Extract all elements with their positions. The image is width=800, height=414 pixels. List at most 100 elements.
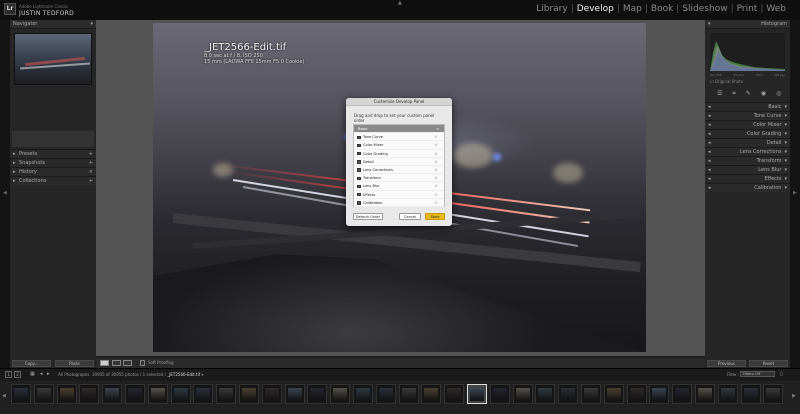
- filmstrip-thumbnail[interactable]: [695, 384, 715, 404]
- drag-handle-icon[interactable]: [357, 192, 361, 197]
- panel-detail[interactable]: ◂ Detail ▾: [705, 138, 790, 147]
- visible-checkbox[interactable]: ✓: [435, 166, 438, 174]
- panel-row-transform[interactable]: Transform ✓: [354, 174, 444, 183]
- filmstrip-thumbnail[interactable]: [11, 384, 31, 404]
- histogram[interactable]: [710, 33, 785, 71]
- previous-button[interactable]: Previous: [707, 360, 746, 367]
- copy-button[interactable]: Copy...: [12, 360, 51, 367]
- original-photo-checkbox[interactable]: ☐ Original Photo: [705, 77, 790, 86]
- navigator-header[interactable]: Navigator ▾: [10, 20, 96, 29]
- main-window-button[interactable]: 1: [5, 371, 12, 378]
- filmstrip-thumbnail[interactable]: [717, 384, 738, 404]
- panel-row-calibration[interactable]: Calibration ✓: [354, 199, 444, 207]
- visible-checkbox[interactable]: ✓: [435, 182, 438, 190]
- default-order-button[interactable]: Default Order: [353, 213, 383, 220]
- filmstrip-thumbnail[interactable]: [512, 384, 533, 404]
- panel-toggle-icon[interactable]: ▾: [784, 122, 787, 128]
- panel-color-mixer[interactable]: ◂ Color Mixer ▾: [705, 120, 790, 129]
- left-edge[interactable]: ◀: [0, 20, 10, 368]
- module-develop[interactable]: Develop: [575, 4, 616, 14]
- filmstrip-thumbnail[interactable]: [56, 384, 77, 404]
- panel-row-color-mixer[interactable]: Color Mixer ✓: [354, 141, 444, 150]
- filmstrip-thumbnail[interactable]: [535, 384, 556, 404]
- soft-proofing-checkbox[interactable]: [140, 360, 145, 366]
- filmstrip-thumbnail[interactable]: [170, 384, 191, 404]
- panel-toggle-icon[interactable]: ▾: [784, 140, 787, 146]
- drag-handle-icon[interactable]: [357, 135, 361, 140]
- module-book[interactable]: Book: [649, 4, 675, 14]
- reset-button[interactable]: Reset: [749, 360, 788, 367]
- crop-icon[interactable]: ⌗: [732, 90, 735, 98]
- panel-transform[interactable]: ◂ Transform ▾: [705, 156, 790, 165]
- filmstrip-thumbnail[interactable]: [581, 384, 601, 404]
- filmstrip-thumbnail[interactable]: [239, 384, 259, 404]
- filmstrip-right-arrow-icon[interactable]: ▶: [792, 393, 796, 399]
- panel-color-grading[interactable]: ◂ Color Grading ▾: [705, 129, 790, 138]
- module-map[interactable]: Map: [621, 4, 644, 14]
- drag-handle-icon[interactable]: [357, 151, 361, 156]
- loupe-view-icon[interactable]: [100, 360, 109, 366]
- filmstrip-thumbnail[interactable]: [649, 384, 670, 404]
- panel-calibration[interactable]: ◂ Calibration ▾: [705, 183, 790, 192]
- visible-checkbox[interactable]: ✓: [435, 199, 438, 207]
- section-collections[interactable]: ▸ Collections +: [10, 176, 96, 185]
- navigator-preview[interactable]: [14, 33, 92, 85]
- panel-lens-blur[interactable]: ◂ Lens Blur ▾: [705, 165, 790, 174]
- filmstrip-thumbnail[interactable]: [102, 384, 123, 404]
- filmstrip-thumbnail[interactable]: [353, 384, 373, 404]
- module-print[interactable]: Print: [735, 4, 760, 14]
- filmstrip-thumbnail[interactable]: [763, 384, 784, 404]
- redeye-icon[interactable]: ◎: [776, 90, 781, 98]
- navigator-toggle-icon[interactable]: ▾: [90, 20, 93, 29]
- grid-icon[interactable]: ▦: [30, 371, 35, 377]
- save-button[interactable]: Save: [425, 213, 445, 220]
- filmstrip-thumbnail[interactable]: [261, 384, 282, 404]
- visible-checkbox[interactable]: ✓: [435, 133, 438, 141]
- section-snapshots[interactable]: ▸ Snapshots +: [10, 158, 96, 167]
- module-slideshow[interactable]: Slideshow: [680, 4, 729, 14]
- visible-checkbox[interactable]: ✓: [435, 174, 438, 182]
- drag-handle-icon[interactable]: [357, 143, 361, 148]
- filmstrip-thumbnail[interactable]: [740, 384, 761, 404]
- visible-checkbox[interactable]: ✓: [435, 141, 438, 149]
- collapse-left-arrow-icon[interactable]: ◀: [3, 190, 7, 196]
- module-web[interactable]: Web: [764, 4, 788, 14]
- filmstrip-thumbnail[interactable]: [125, 384, 145, 404]
- filmstrip-thumbnail[interactable]: [79, 384, 100, 404]
- panel-row-lens-blur[interactable]: Lens Blur ✓: [354, 182, 444, 191]
- masking-icon[interactable]: ◉: [761, 90, 766, 98]
- panel-toggle-icon[interactable]: ▾: [784, 104, 787, 110]
- add-icon[interactable]: +: [89, 177, 93, 186]
- filmstrip-thumbnail[interactable]: [284, 384, 305, 404]
- preset-amount-box[interactable]: [12, 131, 94, 147]
- back-arrow-icon[interactable]: ◂: [40, 371, 43, 377]
- filmstrip-thumbnail[interactable]: [603, 384, 624, 404]
- drag-handle-icon[interactable]: [357, 160, 361, 164]
- cancel-button[interactable]: Cancel: [399, 213, 421, 220]
- drag-handle-icon[interactable]: [357, 184, 361, 189]
- filmstrip-source[interactable]: All Photographs 30955 of 30955 photos / …: [58, 372, 203, 377]
- filmstrip-thumbnail[interactable]: [398, 384, 419, 404]
- panel-effects[interactable]: ◂ Effects ▾: [705, 174, 790, 183]
- filmstrip-thumbnail[interactable]: [33, 384, 54, 404]
- visible-checkbox[interactable]: ✓: [435, 158, 438, 166]
- filter-toggle-icon[interactable]: ▯: [780, 371, 783, 377]
- before-after-split-icon[interactable]: [123, 360, 132, 366]
- panel-row-color-grading[interactable]: Color Grading ✓: [354, 150, 444, 158]
- panel-toggle-icon[interactable]: ▾: [784, 131, 787, 137]
- panel-toggle-icon[interactable]: ▾: [784, 176, 787, 182]
- collapse-right-arrow-icon[interactable]: ▶: [793, 190, 797, 196]
- visible-checkbox[interactable]: ✓: [435, 191, 438, 199]
- visible-checkbox[interactable]: ✓: [435, 150, 438, 158]
- section-presets[interactable]: ▸ Presets +: [10, 149, 96, 158]
- filter-dropdown[interactable]: Filters Off: [740, 371, 775, 377]
- panel-row-tone-curve[interactable]: Tone Curve ✓: [354, 133, 444, 142]
- panel-row-detail[interactable]: Detail ✓: [354, 158, 444, 166]
- filmstrip-thumbnail[interactable]: [421, 384, 442, 404]
- filmstrip-thumbnail[interactable]: [626, 384, 647, 404]
- drag-handle-icon[interactable]: [357, 176, 361, 181]
- filmstrip-thumbnail[interactable]: [330, 384, 351, 404]
- filmstrip-thumbnail[interactable]: [558, 384, 579, 404]
- drag-handle-icon[interactable]: [357, 201, 361, 205]
- panel-toggle-icon[interactable]: ▾: [784, 167, 787, 173]
